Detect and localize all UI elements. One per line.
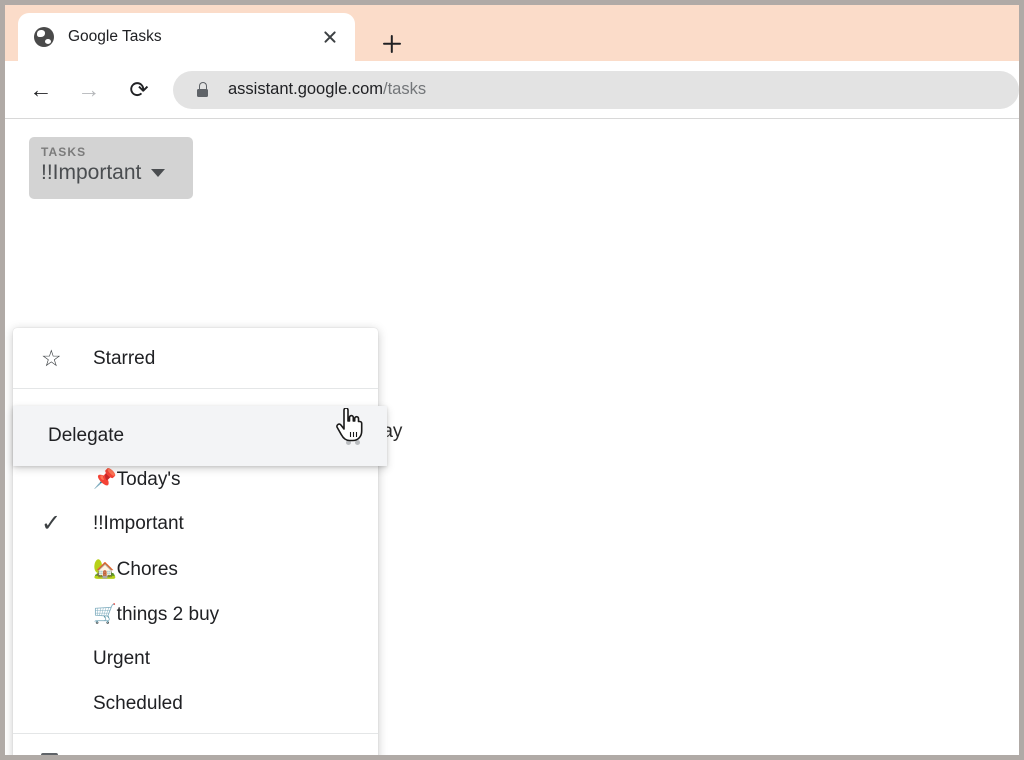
menu-item-chores[interactable]: 🏡Chores	[13, 546, 378, 591]
globe-icon	[34, 27, 54, 47]
star-icon: ☆	[41, 347, 71, 370]
menu-item-create-new-list[interactable]: Create new list	[13, 741, 378, 755]
note-add-glyph	[41, 752, 65, 755]
forward-arrow-glyph: →	[77, 76, 101, 102]
menu-item-text-todays: Today's	[116, 468, 181, 490]
menu-item-label-chores: 🏡Chores	[93, 557, 178, 581]
menu-item-text-chores: Chores	[116, 558, 178, 580]
menu-item-things-2-buy[interactable]: 🛒things 2 buy	[13, 591, 378, 636]
menu-item-urgent[interactable]: Urgent	[13, 636, 378, 681]
shopping-cart-icon: 🛒	[93, 602, 117, 625]
menu-item-text-things-2-buy: things 2 buy	[116, 603, 220, 625]
menu-item-label-todays: 📌Today's	[93, 467, 181, 491]
back-arrow-glyph: ←	[29, 76, 53, 102]
list-dropdown-menu: ☆ Starred 📌Today's ✓ !!Important 🏡Chores…	[13, 328, 387, 755]
reload-icon[interactable]: ⟳	[119, 70, 159, 110]
list-selector-value: !!Important	[41, 161, 142, 184]
back-arrow-icon[interactable]: ←	[21, 70, 61, 110]
url-text: assistant.google.com/tasks	[228, 80, 426, 99]
url-host: assistant.google.com	[228, 80, 384, 98]
menu-divider-top	[13, 388, 378, 389]
menu-item-important[interactable]: ✓ !!Important	[13, 501, 378, 546]
page-content: Gpay DJ skill or Audio editing) Read mor…	[5, 118, 1019, 755]
note-add-icon	[41, 752, 71, 755]
url-path: /tasks	[383, 80, 427, 98]
browser-window: Google Tasks ← → ⟳ assistant.google.com/…	[0, 0, 1024, 760]
list-selector-row: !!Important	[41, 161, 181, 185]
check-glyph: ✓	[41, 509, 62, 537]
lock-icon	[195, 82, 208, 97]
forward-arrow-icon[interactable]: →	[69, 70, 109, 110]
menu-item-label-urgent: Urgent	[93, 647, 151, 669]
close-icon[interactable]	[317, 24, 343, 50]
menu-item-label-things-2-buy: 🛒things 2 buy	[93, 602, 219, 626]
menu-item-label-create-new-list: Create new list	[93, 753, 219, 756]
check-icon: ✓	[41, 509, 71, 537]
pushpin-icon: 📌	[93, 467, 117, 490]
menu-item-delegate-dragging[interactable]: Delegate	[13, 406, 387, 466]
menu-item-label-important: !!Important	[93, 512, 184, 534]
menu-item-starred[interactable]: ☆ Starred	[13, 336, 378, 381]
reload-glyph: ⟳	[129, 76, 149, 102]
menu-item-label-delegate: Delegate	[48, 425, 125, 446]
browser-tab[interactable]: Google Tasks	[18, 13, 355, 61]
new-tab-button[interactable]	[375, 27, 409, 61]
drag-handle-icon[interactable]	[346, 424, 363, 448]
tab-title: Google Tasks	[68, 28, 162, 45]
star-glyph: ☆	[41, 345, 62, 371]
menu-item-label-scheduled: Scheduled	[93, 692, 183, 714]
menu-item-label-starred: Starred	[93, 347, 156, 369]
menu-divider-bottom	[13, 733, 378, 734]
list-selector-button[interactable]: TASKS !!Important	[29, 137, 193, 199]
menu-item-scheduled[interactable]: Scheduled	[13, 681, 378, 726]
address-bar[interactable]: assistant.google.com/tasks	[173, 70, 1019, 109]
tab-strip: Google Tasks	[5, 5, 1019, 61]
list-selector-eyebrow: TASKS	[41, 145, 87, 159]
browser-toolbar: ← → ⟳ assistant.google.com/tasks	[5, 61, 1019, 118]
house-with-garden-icon: 🏡	[93, 557, 117, 580]
chevron-down-icon	[151, 169, 166, 177]
